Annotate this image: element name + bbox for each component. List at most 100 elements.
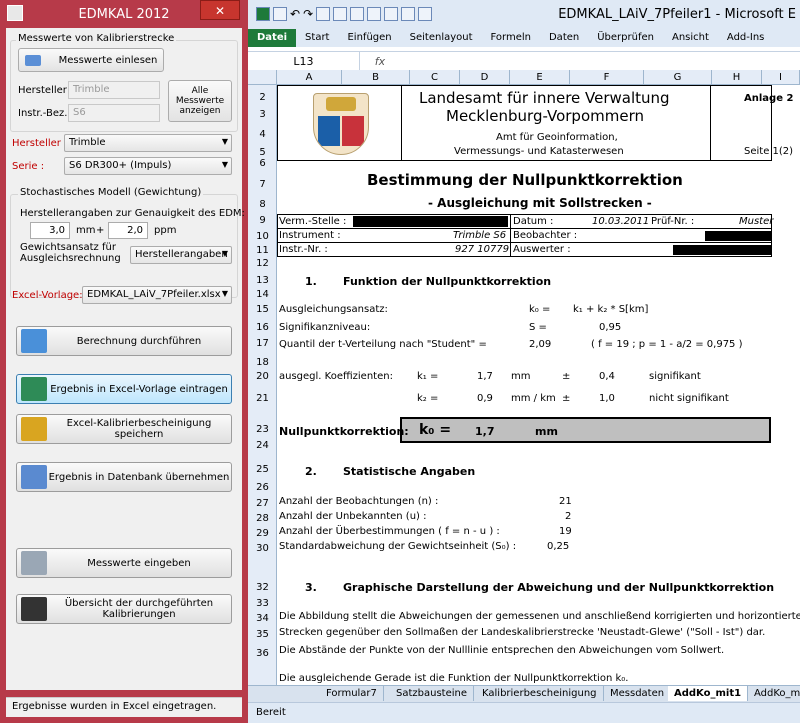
- accuracy-ppm-input[interactable]: 2,0: [108, 222, 148, 239]
- row-header[interactable]: 8: [248, 199, 277, 210]
- manufacturer-select[interactable]: Trimble ▼: [64, 134, 232, 152]
- tab-addins[interactable]: Add-Ins: [718, 29, 773, 47]
- col-header-e[interactable]: E: [510, 70, 570, 85]
- sort-icon[interactable]: [401, 7, 416, 21]
- compute-label: Berechnung durchführen: [76, 335, 202, 347]
- load-measurements-button[interactable]: Messwerte einlesen: [18, 48, 164, 72]
- col-header-d[interactable]: D: [460, 70, 510, 85]
- accuracy-mm-input[interactable]: 3,0: [30, 222, 70, 239]
- tab-seitenlayout[interactable]: Seitenlayout: [401, 29, 482, 47]
- tab-start[interactable]: Start: [296, 29, 338, 47]
- row-header[interactable]: 29: [248, 528, 277, 539]
- tab-daten[interactable]: Daten: [540, 29, 588, 47]
- row-header[interactable]: 18: [248, 357, 277, 368]
- excel-template-select[interactable]: EDMKAL_LAiV_7Pfeiler.xlsx ▼: [82, 286, 232, 304]
- sheet-tab-kalibrierbescheinigung[interactable]: Kalibrierbescheinigung: [476, 686, 604, 701]
- enter-values-button[interactable]: Messwerte eingeben: [16, 548, 232, 578]
- tab-ueberpruefen[interactable]: Überprüfen: [588, 29, 663, 47]
- row-header[interactable]: 4: [248, 129, 277, 140]
- show-all-button[interactable]: Alle Messwerte anzeigen: [168, 80, 232, 122]
- row-header[interactable]: 9: [248, 215, 277, 226]
- overview-button[interactable]: Übersicht der durchgeführten Kalibrierun…: [16, 594, 232, 624]
- sheet-tab-addko-m[interactable]: AddKo_m: [748, 686, 800, 701]
- row-header[interactable]: 32: [248, 582, 277, 593]
- row-header[interactable]: 34: [248, 613, 277, 624]
- row-header[interactable]: 13: [248, 275, 277, 286]
- overview-label: Übersicht der durchgeführten Kalibrierun…: [64, 598, 214, 620]
- to-excel-button[interactable]: Ergebnis in Excel-Vorlage eintragen: [16, 374, 232, 404]
- row-header[interactable]: 26: [248, 482, 277, 493]
- tab-formeln[interactable]: Formeln: [482, 29, 540, 47]
- excel-export-icon: [21, 377, 47, 401]
- sheet-tab-messdaten[interactable]: Messdaten: [604, 686, 672, 701]
- row-header[interactable]: 28: [248, 513, 277, 524]
- col-header-f[interactable]: F: [570, 70, 644, 85]
- save-icon[interactable]: [273, 7, 287, 21]
- sheet-tab-formular7[interactable]: Formular7: [320, 686, 384, 701]
- obs-label: Anzahl der Beobachtungen (n) :: [279, 496, 439, 507]
- worksheet-grid[interactable]: Landesamt für innere Verwaltung Mecklenb…: [277, 85, 800, 688]
- select-all-corner[interactable]: [248, 70, 277, 85]
- row-header[interactable]: 21: [248, 393, 277, 404]
- redo-icon[interactable]: ↷: [303, 7, 313, 21]
- row-header[interactable]: 30: [248, 543, 277, 554]
- k1-pm: ±: [562, 371, 571, 382]
- org-line-2: Mecklenburg-Vorpommern: [446, 107, 644, 125]
- row-header[interactable]: 2: [248, 92, 277, 103]
- header-divider: [401, 85, 402, 161]
- tab-einfuegen[interactable]: Einfügen: [338, 29, 400, 47]
- name-box[interactable]: L13: [248, 52, 360, 71]
- table-icon[interactable]: [350, 7, 365, 21]
- row-header[interactable]: 27: [248, 498, 277, 509]
- k1-value: 1,7: [477, 371, 493, 382]
- col-header-a[interactable]: A: [277, 70, 342, 85]
- npk-value: 1,7: [475, 425, 495, 438]
- row-header[interactable]: 15: [248, 304, 277, 315]
- row-headers: 2 3 4 5 6 7 8 9 10 11 12 13 14 15 16 17 …: [248, 85, 277, 685]
- chart-icon[interactable]: [333, 7, 348, 21]
- tab-datei[interactable]: Datei: [248, 29, 297, 47]
- row-header[interactable]: 14: [248, 289, 277, 300]
- tab-ansicht[interactable]: Ansicht: [663, 29, 718, 47]
- close-button[interactable]: ✕: [200, 0, 240, 20]
- row-header[interactable]: 17: [248, 338, 277, 349]
- col-header-c[interactable]: C: [410, 70, 460, 85]
- sheet-tab-addko-mit1[interactable]: AddKo_mit1: [668, 686, 749, 701]
- col-header-h[interactable]: H: [712, 70, 762, 85]
- beobachter-label: Beobachter :: [513, 230, 578, 241]
- excel-status-bar: Bereit: [248, 702, 800, 723]
- row-header[interactable]: 10: [248, 231, 277, 242]
- to-database-button[interactable]: Ergebnis in Datenbank übernehmen: [16, 462, 232, 492]
- row-header[interactable]: 3: [248, 109, 277, 120]
- preview-icon[interactable]: [418, 7, 433, 21]
- sheet-tab-satzbausteine[interactable]: Satzbausteine: [390, 686, 475, 701]
- quantil-note: ( f = 19 ; p = 1 - a/2 = 0,975 ): [591, 339, 743, 350]
- row-header[interactable]: 16: [248, 322, 277, 333]
- weight-select[interactable]: Herstellerangaben ▼: [130, 246, 232, 264]
- col-header-b[interactable]: B: [342, 70, 410, 85]
- row-header[interactable]: 12: [248, 258, 277, 269]
- save-cert-button[interactable]: Excel-Kalibrierbescheinigung speichern: [16, 414, 232, 444]
- row-header[interactable]: 5: [248, 147, 277, 158]
- checkbox-icon[interactable]: [316, 7, 331, 21]
- row-header[interactable]: 35: [248, 629, 277, 640]
- row-header[interactable]: 25: [248, 464, 277, 475]
- fx-icon[interactable]: fx: [360, 55, 400, 68]
- series-select[interactable]: S6 DR300+ (Impuls) ▼: [64, 157, 232, 175]
- row-header[interactable]: 20: [248, 371, 277, 382]
- col-header-g[interactable]: G: [644, 70, 712, 85]
- row-header[interactable]: 36: [248, 648, 277, 659]
- row-header[interactable]: 24: [248, 440, 277, 451]
- row-header[interactable]: 33: [248, 598, 277, 609]
- col-header-i[interactable]: I: [762, 70, 800, 85]
- print-icon[interactable]: [367, 7, 382, 21]
- undo-icon[interactable]: ↶: [290, 7, 300, 21]
- row-header[interactable]: 11: [248, 245, 277, 256]
- row-header[interactable]: 6: [248, 158, 277, 169]
- status-bar: Ergebnisse wurden in Excel eingetragen.: [6, 697, 242, 717]
- row-header[interactable]: 7: [248, 179, 277, 190]
- row-header[interactable]: 23: [248, 424, 277, 435]
- compute-button[interactable]: Berechnung durchführen: [16, 326, 232, 356]
- filter-icon[interactable]: [384, 7, 399, 21]
- weight-label: Gewichtsansatz für Ausgleichsrechnung: [20, 242, 121, 264]
